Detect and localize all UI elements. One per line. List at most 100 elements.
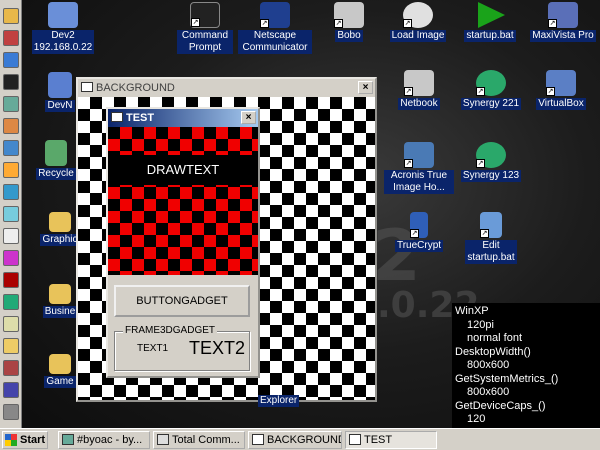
desktop-icon-acronis[interactable]: ↗ Acronis True Image Ho... (384, 142, 454, 194)
nc-icon: ↗ (334, 2, 364, 28)
text2-label: TEXT2 (189, 338, 246, 358)
frame3d-caption: FRAME3DGADGET (123, 325, 218, 336)
key-icon: ↗ (410, 212, 428, 238)
desktop-icon-synergy-221[interactable]: ↗ Synergy 221 (458, 70, 524, 110)
desktop-icon-games[interactable]: Game (40, 354, 80, 388)
computer-icon (48, 2, 78, 28)
quicklaunch-app1-icon[interactable] (3, 96, 19, 112)
desktop-icon-label: Netscape Communicator (238, 30, 312, 54)
taskbar-background[interactable]: BACKGROUND (248, 431, 342, 449)
chat-icon (62, 434, 74, 445)
desktop-icon-startup-bat[interactable]: startup.bat (458, 2, 522, 42)
test-window[interactable]: TEST × DRAWTEXT BUTTONGADGET FRAME3DGADG… (106, 107, 260, 378)
desktop-icon-command-prompt[interactable]: ↗ Command Prompt (173, 2, 237, 54)
netscape-icon: ↗ (260, 2, 290, 28)
synergy-icon: ↗ (476, 142, 506, 168)
background-window-title: BACKGROUND (96, 82, 175, 94)
quicklaunch-save-icon[interactable] (3, 382, 19, 398)
play-icon (478, 2, 505, 28)
disc-icon: ↗ (403, 2, 433, 28)
taskbar-byoac[interactable]: #byoac - by... (58, 431, 150, 449)
nc-icon: ↗ (404, 70, 434, 96)
console-icon: ↗ (190, 2, 220, 28)
desktop-icon-business[interactable]: Busine (40, 284, 80, 318)
quicklaunch-app10-icon[interactable] (3, 294, 19, 310)
desktop-icon-label: Game (44, 376, 76, 388)
quicklaunch-mail-icon[interactable] (3, 338, 19, 354)
desktop-icon-truecrypt[interactable]: ↗ TrueCrypt (390, 212, 448, 252)
desktop-icon-label: Netbook (398, 98, 440, 110)
desktop-icon-label: Synergy 123 (460, 170, 522, 182)
taskbar: Start #byoac - by... Total Comm... BACKG… (0, 428, 600, 450)
start-label: Start (20, 434, 46, 446)
desktop-icon-label: Graphic (40, 234, 80, 246)
quicklaunch-app13-icon[interactable] (3, 404, 19, 420)
close-icon[interactable]: × (358, 81, 373, 94)
desktop-icon-netscape[interactable]: ↗ Netscape Communicator (238, 2, 312, 54)
quicklaunch-app2-icon[interactable] (3, 118, 19, 134)
desktop-icon-synergy-123[interactable]: ↗ Synergy 123 (458, 142, 524, 182)
quicklaunch-app11-icon[interactable] (3, 316, 19, 332)
desktop-icon-label: startup.bat (464, 30, 516, 42)
quicklaunch-app8-icon[interactable] (3, 250, 19, 266)
quicklaunch-app9-icon[interactable] (3, 272, 19, 288)
info-desktop-width-label: DesktopWidth() (455, 345, 531, 358)
desktop-icon-label: Busine (42, 306, 78, 318)
desktop-icon-label: Synergy 221 (460, 98, 522, 110)
desktop-icon-label: MaxiVista Pro (530, 30, 596, 42)
taskbar-item-label: Total Comm... (172, 434, 240, 446)
windows-logo-icon (5, 434, 17, 446)
notepad-icon: ↗ (480, 212, 502, 238)
quicklaunch-folder-icon[interactable] (3, 8, 19, 24)
system-info-panel: WinXP 120pi normal font DesktopWidth() 8… (452, 303, 600, 428)
quicklaunch-app5-icon[interactable] (3, 184, 19, 200)
taskbar-test[interactable]: TEST (345, 431, 437, 449)
acronis-icon: ↗ (404, 142, 434, 168)
start-button[interactable]: Start (2, 431, 48, 449)
desktop-icon-label: Explorer (258, 395, 300, 407)
desktop-icon-label: Bobo (335, 30, 363, 42)
taskbar-total-commander[interactable]: Total Comm... (153, 431, 245, 449)
cube-icon: ↗ (546, 70, 576, 96)
quicklaunch-tools-icon[interactable] (3, 30, 19, 46)
desktop-icon-label: Edit startup.bat (465, 240, 517, 264)
desktop-icon-load-image[interactable]: ↗ Load Image (387, 2, 449, 42)
close-icon[interactable]: × (241, 111, 256, 124)
quicklaunch-app3-icon[interactable] (3, 140, 19, 156)
desktop-icon-edit-startup[interactable]: ↗ Edit startup.bat (458, 212, 524, 264)
desktop-icon-explorer[interactable]: Explorer (258, 393, 300, 407)
desktop-icon-virtualbox[interactable]: ↗ VirtualBox (530, 70, 592, 110)
taskbar-item-label: BACKGROUND (267, 434, 342, 446)
desktop-icon-label: Load Image (389, 30, 447, 42)
desktop-icon-dev2[interactable]: Dev2 192.168.0.22 (28, 2, 98, 54)
desktop-icon-devnet[interactable]: DevN (40, 72, 80, 112)
desktop-icon-recycle-bin[interactable]: Recycle (34, 140, 78, 180)
recycle-bin-icon (45, 140, 67, 166)
quicklaunch-console-icon[interactable] (3, 74, 19, 90)
quicklaunch-ie-icon[interactable] (3, 52, 19, 68)
desktop-icon-label: DevN (45, 100, 75, 112)
folder-icon (49, 284, 71, 304)
button-gadget[interactable]: BUTTONGADGET (114, 285, 250, 317)
desktop-icon-label: Acronis True Image Ho... (384, 170, 454, 194)
background-window-titlebar[interactable]: BACKGROUND × (78, 79, 375, 97)
desktop-icon-maxivista[interactable]: ↗ MaxiVista Pro (528, 2, 598, 42)
desktop-icon-bobo[interactable]: ↗ Bobo (327, 2, 371, 42)
info-os: WinXP (455, 305, 489, 317)
desktop-icon-label: Recycle (36, 168, 76, 180)
info-devicecaps-label: GetDeviceCaps_() (455, 399, 546, 412)
test-window-title: TEST (126, 112, 155, 124)
info-desktop-width-value: 800x600 (467, 359, 510, 371)
info-devicecaps-value: 120 (467, 413, 486, 425)
quicklaunch-app7-icon[interactable] (3, 228, 19, 244)
info-metrics-value: 800x600 (467, 386, 510, 398)
desktop-icon-graphics[interactable]: Graphic (40, 212, 80, 246)
text1-label: TEXT1 (137, 343, 169, 354)
test-window-titlebar[interactable]: TEST × (108, 109, 258, 127)
info-font: normal font (467, 332, 523, 344)
quicklaunch-app6-icon[interactable] (3, 206, 19, 222)
quick-launch-bar (0, 0, 22, 428)
quicklaunch-app4-icon[interactable] (3, 162, 19, 178)
quicklaunch-app12-icon[interactable] (3, 360, 19, 376)
desktop-icon-netbook[interactable]: ↗ Netbook (394, 70, 444, 110)
